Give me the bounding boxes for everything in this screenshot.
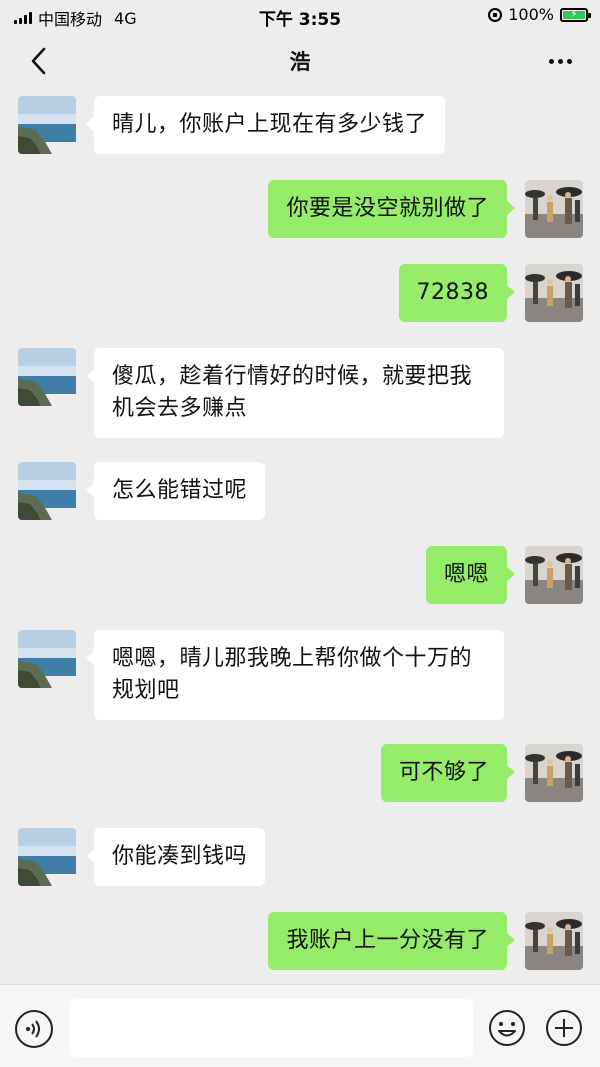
my-avatar[interactable]: [525, 546, 583, 604]
message-row: 嗯嗯: [425, 546, 583, 604]
plus-button[interactable]: [545, 1009, 583, 1047]
avatar-image: [18, 630, 76, 688]
message-row: 怎么能错过呢: [18, 462, 266, 520]
avatar-image: [525, 912, 583, 970]
battery-icon: ⚡: [560, 7, 591, 22]
avatar-image: [525, 744, 583, 802]
avatar-image: [18, 828, 76, 886]
contact-avatar[interactable]: [18, 348, 76, 406]
plus-icon: [546, 1010, 582, 1046]
voice-button[interactable]: [15, 1010, 53, 1048]
message-row: 72838: [398, 264, 583, 322]
avatar-image: [525, 546, 583, 604]
message-input[interactable]: [70, 999, 473, 1057]
more-button[interactable]: [540, 44, 580, 78]
received-message-bubble[interactable]: 晴儿，你账户上现在有多少钱了: [85, 96, 446, 154]
contact-avatar[interactable]: [18, 462, 76, 520]
sent-message-bubble[interactable]: 72838: [398, 264, 515, 322]
my-avatar[interactable]: [525, 264, 583, 322]
message-row: 你要是没空就别做了: [268, 180, 583, 238]
message-row: 你能凑到钱吗: [18, 828, 266, 886]
chevron-left-icon: [31, 47, 46, 75]
sent-message-bubble[interactable]: 你要是没空就别做了: [268, 180, 515, 238]
emoji-icon: [489, 1010, 525, 1046]
received-message-bubble[interactable]: 怎么能错过呢: [85, 462, 266, 520]
avatar-image: [18, 348, 76, 406]
avatar-image: [525, 180, 583, 238]
contact-avatar[interactable]: [18, 630, 76, 688]
contact-avatar[interactable]: [18, 96, 76, 154]
input-bar: [0, 984, 600, 1067]
received-message-bubble[interactable]: 你能凑到钱吗: [85, 828, 266, 886]
emoji-button[interactable]: [488, 1009, 526, 1047]
chat-title: 浩: [289, 50, 311, 74]
message-row: 晴儿，你账户上现在有多少钱了: [18, 96, 446, 154]
message-row: 可不够了: [380, 744, 583, 802]
sent-message-bubble[interactable]: 我账户上一分没有了: [268, 912, 515, 970]
sent-message-bubble[interactable]: 可不够了: [380, 744, 516, 802]
battery-percent: 100%: [508, 5, 554, 24]
rotation-lock-icon: [488, 7, 503, 22]
my-avatar[interactable]: [525, 744, 583, 802]
more-dots-icon: [548, 58, 572, 64]
received-message-bubble[interactable]: 傻瓜，趁着行情好的时候，就要把我机会去多赚点: [86, 348, 504, 438]
sent-message-bubble[interactable]: 嗯嗯: [425, 546, 516, 604]
avatar-image: [525, 264, 583, 322]
message-row: 傻瓜，趁着行情好的时候，就要把我机会去多赚点: [18, 348, 504, 438]
message-row: 我账户上一分没有了: [268, 912, 583, 970]
avatar-image: [18, 96, 76, 154]
received-message-bubble[interactable]: 嗯嗯，晴儿那我晚上帮你做个十万的规划吧: [86, 630, 504, 720]
nav-bar: 浩: [0, 30, 600, 92]
back-button[interactable]: [22, 44, 56, 78]
message-row: 嗯嗯，晴儿那我晚上帮你做个十万的规划吧: [18, 630, 504, 720]
my-avatar[interactable]: [525, 912, 583, 970]
voice-icon: [26, 1020, 40, 1038]
avatar-image: [18, 462, 76, 520]
chat-area[interactable]: 晴儿，你账户上现在有多少钱了你要是没空就别做了 72838 傻瓜，趁着行情好的时候，…: [0, 92, 600, 984]
status-bar: 中国移动 4G 下午 3:55 100% ⚡: [0, 0, 600, 30]
my-avatar[interactable]: [525, 180, 583, 238]
contact-avatar[interactable]: [18, 828, 76, 886]
status-right: 100% ⚡: [488, 5, 591, 24]
